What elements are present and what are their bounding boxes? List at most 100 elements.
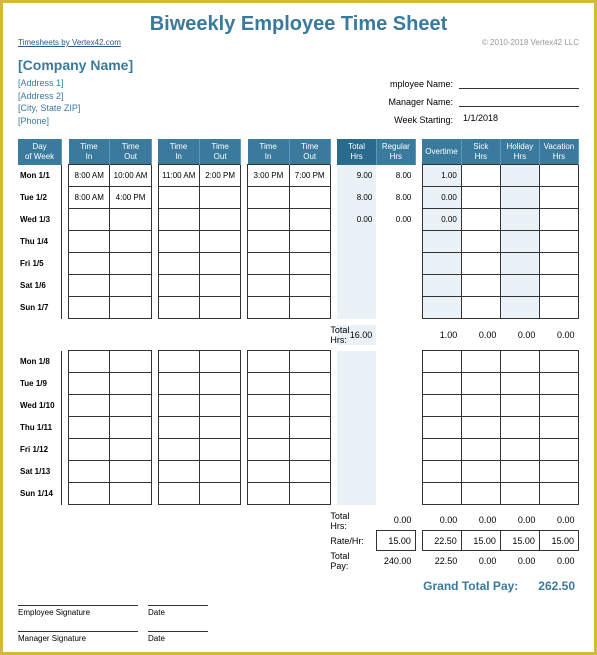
time-cell[interactable]: [248, 253, 289, 275]
employee-date-line[interactable]: Date: [148, 605, 208, 617]
time-cell[interactable]: [158, 187, 199, 209]
time-cell[interactable]: [158, 461, 199, 483]
time-cell[interactable]: [248, 187, 289, 209]
time-cell[interactable]: [289, 417, 330, 439]
manager-signature-line[interactable]: Manager Signature: [18, 631, 138, 643]
total-value: 0.00: [500, 551, 539, 571]
time-cell[interactable]: [69, 373, 110, 395]
time-cell[interactable]: [248, 209, 289, 231]
time-cell[interactable]: [69, 297, 110, 319]
time-cell[interactable]: [199, 439, 240, 461]
time-cell[interactable]: [110, 253, 151, 275]
time-cell: [376, 373, 415, 395]
time-cell[interactable]: [289, 187, 330, 209]
time-cell[interactable]: [199, 373, 240, 395]
time-cell[interactable]: [199, 187, 240, 209]
time-cell[interactable]: [289, 253, 330, 275]
employee-signature-line[interactable]: Employee Signature: [18, 605, 138, 617]
time-cell[interactable]: [289, 297, 330, 319]
info-block: mployee Name: Manager Name: Week Startin…: [379, 77, 579, 131]
time-cell[interactable]: [69, 275, 110, 297]
manager-date-line[interactable]: Date: [148, 631, 208, 643]
time-cell[interactable]: [158, 253, 199, 275]
time-cell[interactable]: 8:00 AM: [69, 187, 110, 209]
time-cell[interactable]: [248, 395, 289, 417]
time-cell[interactable]: [110, 351, 151, 373]
time-cell[interactable]: [199, 483, 240, 505]
time-cell[interactable]: [158, 439, 199, 461]
time-cell[interactable]: [110, 231, 151, 253]
time-cell[interactable]: [199, 231, 240, 253]
time-cell[interactable]: [110, 439, 151, 461]
time-cell[interactable]: [289, 395, 330, 417]
employee-name-input[interactable]: [459, 77, 579, 89]
time-cell[interactable]: [69, 253, 110, 275]
time-cell[interactable]: [289, 483, 330, 505]
time-cell[interactable]: 2:00 PM: [199, 165, 240, 187]
time-cell[interactable]: 8:00 AM: [69, 165, 110, 187]
time-cell[interactable]: 10:00 AM: [110, 165, 151, 187]
time-cell[interactable]: [248, 231, 289, 253]
time-cell[interactable]: [289, 439, 330, 461]
time-cell[interactable]: [158, 417, 199, 439]
time-cell[interactable]: [199, 417, 240, 439]
time-cell[interactable]: 7:00 PM: [289, 165, 330, 187]
time-cell[interactable]: [199, 209, 240, 231]
time-cell[interactable]: [289, 231, 330, 253]
time-cell[interactable]: [69, 231, 110, 253]
time-cell[interactable]: [158, 209, 199, 231]
time-cell[interactable]: [110, 483, 151, 505]
time-cell[interactable]: [158, 231, 199, 253]
time-cell[interactable]: [199, 297, 240, 319]
time-cell[interactable]: 4:00 PM: [110, 187, 151, 209]
time-cell[interactable]: [110, 209, 151, 231]
time-cell[interactable]: [248, 275, 289, 297]
time-cell[interactable]: [248, 373, 289, 395]
time-cell[interactable]: [110, 417, 151, 439]
time-cell[interactable]: [69, 417, 110, 439]
time-cell[interactable]: [110, 275, 151, 297]
time-cell[interactable]: [69, 483, 110, 505]
time-cell[interactable]: [248, 297, 289, 319]
time-cell[interactable]: [69, 395, 110, 417]
time-cell[interactable]: [158, 275, 199, 297]
vertex-link[interactable]: Timesheets by Vertex42.com: [18, 38, 121, 47]
time-cell[interactable]: [158, 297, 199, 319]
time-cell[interactable]: [69, 439, 110, 461]
time-cell: [461, 231, 500, 253]
time-cell[interactable]: [158, 351, 199, 373]
time-cell: [461, 209, 500, 231]
time-cell[interactable]: [289, 275, 330, 297]
time-cell[interactable]: [158, 395, 199, 417]
table-row: Fri 1/12: [18, 439, 579, 461]
time-cell[interactable]: [69, 461, 110, 483]
time-cell[interactable]: [248, 483, 289, 505]
time-cell[interactable]: 11:00 AM: [158, 165, 199, 187]
time-cell[interactable]: 3:00 PM: [248, 165, 289, 187]
manager-name-input[interactable]: [459, 95, 579, 107]
time-cell[interactable]: [69, 351, 110, 373]
time-cell[interactable]: [199, 395, 240, 417]
time-cell[interactable]: [110, 297, 151, 319]
time-cell[interactable]: [110, 395, 151, 417]
time-cell[interactable]: [158, 483, 199, 505]
time-cell[interactable]: [199, 275, 240, 297]
time-cell[interactable]: [289, 209, 330, 231]
time-cell[interactable]: [289, 461, 330, 483]
time-cell[interactable]: [248, 461, 289, 483]
time-cell[interactable]: [110, 373, 151, 395]
time-cell: [337, 253, 376, 275]
time-cell[interactable]: [199, 253, 240, 275]
time-cell[interactable]: [289, 373, 330, 395]
time-cell[interactable]: [199, 351, 240, 373]
time-cell[interactable]: [69, 209, 110, 231]
time-cell[interactable]: [199, 461, 240, 483]
time-cell[interactable]: [289, 351, 330, 373]
time-cell[interactable]: [248, 351, 289, 373]
time-cell[interactable]: [248, 417, 289, 439]
time-cell: [422, 395, 461, 417]
week-starting-value[interactable]: 1/1/2018: [459, 113, 579, 125]
time-cell[interactable]: [248, 439, 289, 461]
time-cell[interactable]: [158, 373, 199, 395]
time-cell[interactable]: [110, 461, 151, 483]
